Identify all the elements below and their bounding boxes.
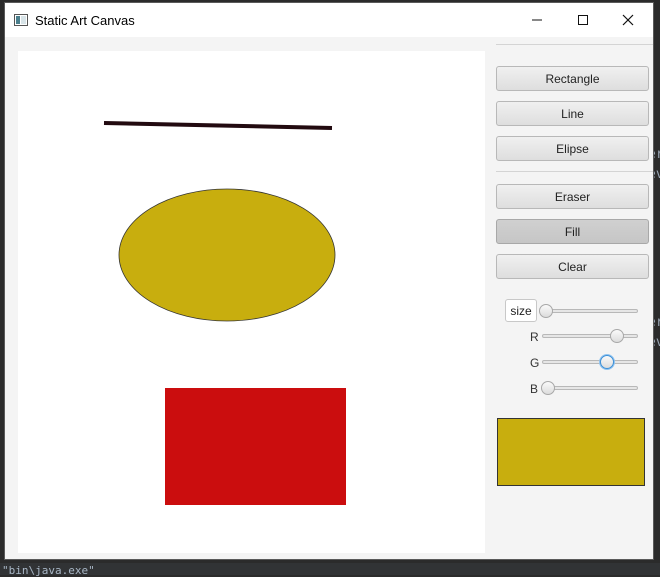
- app-window: Static Art Canvas Rectangle Line Elipse …: [4, 2, 654, 560]
- slider-thumb[interactable]: [538, 304, 553, 318]
- slider-track: [542, 309, 638, 313]
- app-window-icon: [14, 13, 28, 26]
- color-preview-swatch: [497, 418, 645, 486]
- tool-sidebar: Rectangle Line Elipse Eraser Fill Clear …: [496, 37, 653, 559]
- slider-track: [542, 386, 638, 390]
- background-status-bar: [0, 563, 660, 575]
- slider-thumb[interactable]: [540, 381, 555, 395]
- b-label: B: [530, 382, 539, 396]
- size-slider[interactable]: [538, 304, 638, 318]
- minimize-button[interactable]: [514, 3, 560, 37]
- red-slider[interactable]: [542, 329, 638, 343]
- background-text: "bin\java.exe": [2, 564, 95, 577]
- line-button[interactable]: Line: [496, 101, 649, 126]
- blue-slider[interactable]: [540, 381, 638, 395]
- window-title: Static Art Canvas: [35, 13, 135, 28]
- rectangle-button[interactable]: Rectangle: [496, 66, 649, 91]
- maximize-icon: [578, 15, 588, 25]
- canvas-rectangle-shape: [165, 388, 346, 505]
- close-button[interactable]: [605, 3, 651, 37]
- slider-thumb[interactable]: [600, 355, 615, 369]
- slider-track: [542, 360, 638, 364]
- minimize-icon: [532, 19, 542, 21]
- title-bar[interactable]: Static Art Canvas: [5, 3, 653, 37]
- close-icon: [622, 14, 634, 26]
- separator: [496, 44, 653, 45]
- clear-button[interactable]: Clear: [496, 254, 649, 279]
- size-label: size: [505, 299, 537, 322]
- drawing-canvas[interactable]: [18, 51, 485, 553]
- ellipse-button[interactable]: Elipse: [496, 136, 649, 161]
- maximize-button[interactable]: [560, 3, 606, 37]
- r-label: R: [530, 330, 539, 344]
- canvas-line-shape: [103, 121, 333, 130]
- fill-button[interactable]: Fill: [496, 219, 649, 244]
- g-label: G: [530, 356, 540, 370]
- eraser-button[interactable]: Eraser: [496, 184, 649, 209]
- green-slider[interactable]: [542, 355, 638, 369]
- separator: [496, 171, 653, 172]
- canvas-ellipse-shape: [118, 188, 336, 322]
- window-content: Rectangle Line Elipse Eraser Fill Clear …: [5, 37, 653, 559]
- slider-thumb[interactable]: [609, 329, 624, 343]
